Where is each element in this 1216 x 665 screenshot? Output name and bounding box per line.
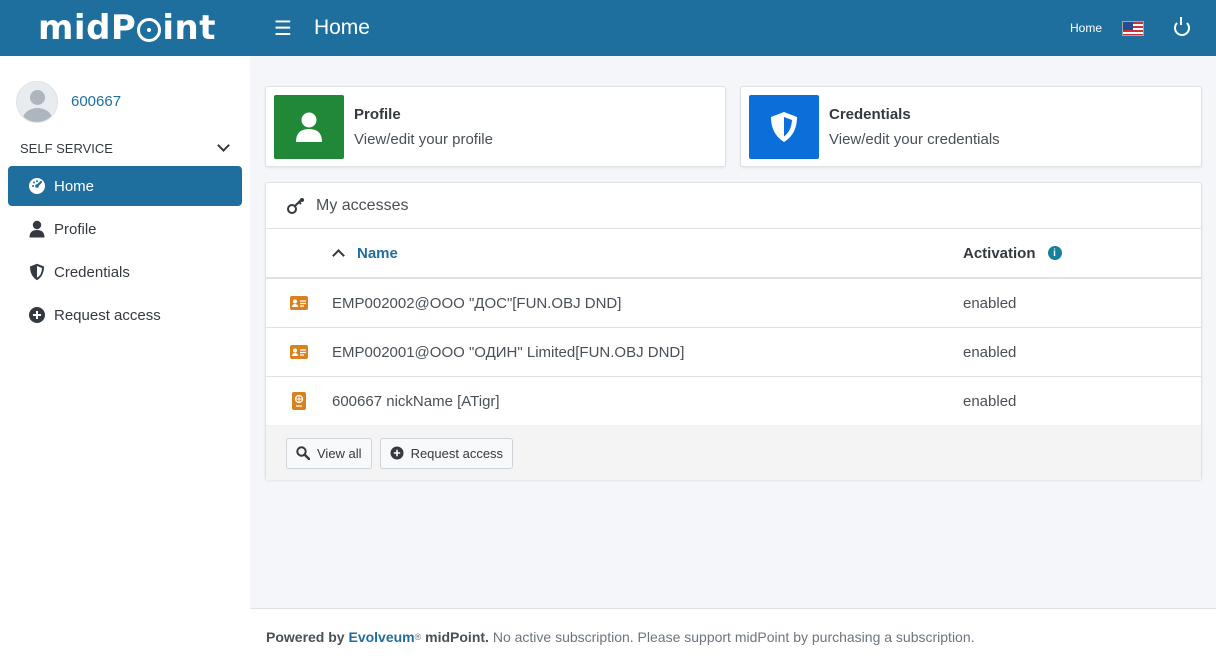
id-card-icon — [290, 294, 308, 312]
table-header: Name Activation i — [266, 229, 1201, 279]
my-accesses-panel: My accesses Name Activation i EMP002002@… — [265, 182, 1202, 480]
shield-icon — [28, 263, 46, 281]
shield-icon — [771, 111, 797, 142]
sidebar-item-label: Credentials — [54, 263, 130, 281]
column-label: Activation — [963, 244, 1036, 262]
id-card-icon — [290, 343, 308, 361]
info-icon[interactable]: i — [1047, 246, 1062, 260]
column-header-activation: Activation i — [963, 245, 1062, 262]
column-header-name[interactable]: Name — [332, 244, 398, 262]
sort-ascending-icon — [332, 249, 345, 262]
plus-circle-icon — [390, 446, 404, 460]
logo-text-end: int — [162, 8, 216, 48]
search-icon — [296, 446, 310, 460]
sidebar-item-profile[interactable]: Profile — [8, 209, 242, 249]
logo-o-icon — [137, 18, 162, 42]
user-panel: 600667 — [0, 56, 250, 130]
sidebar-item-home[interactable]: Home — [8, 166, 242, 206]
footer-product: midPoint. — [425, 629, 489, 645]
plus-circle-icon — [28, 306, 46, 324]
page-title: Home — [313, 16, 370, 39]
registered-mark: ® — [414, 632, 422, 642]
menu-toggle-icon[interactable]: ☰ — [274, 16, 292, 41]
passport-icon — [290, 392, 308, 410]
subscription-notice: No active subscription. Please support m… — [492, 629, 975, 645]
access-status: enabled — [963, 392, 1017, 410]
power-icon[interactable] — [1174, 17, 1190, 36]
username-link[interactable]: 600667 — [71, 93, 121, 110]
credentials-tile-desc: View/edit your credentials — [829, 130, 1000, 148]
user-icon — [28, 220, 46, 238]
page-footer: Powered by Evolveum ® midPoint. No active… — [250, 608, 1216, 665]
chevron-down-icon — [217, 139, 230, 152]
table-row: 600667 nickName [ATigr] enabled — [266, 377, 1201, 426]
evolveum-link[interactable]: Evolveum — [348, 629, 414, 645]
sidebar-item-credentials[interactable]: Credentials — [8, 252, 242, 292]
sidebar-item-label: Request access — [54, 306, 161, 324]
midpoint-logo[interactable]: midP int — [0, 0, 250, 56]
table-row: EMP002001@OOO "ОДИН" Limited[FUN.OBJ DND… — [266, 328, 1201, 377]
access-status: enabled — [963, 343, 1017, 361]
button-label: Request access — [410, 445, 504, 461]
top-navbar: midP int ☰ Home Home — [0, 0, 1216, 56]
sidebar: 600667 SELF SERVICE Home Profile Credent… — [0, 56, 250, 665]
my-accesses-footer: View all Request access — [266, 425, 1201, 480]
view-all-button[interactable]: View all — [286, 437, 372, 469]
access-name: 600667 nickName [ATigr] — [332, 392, 500, 410]
access-name: EMP002001@OOO "ОДИН" Limited[FUN.OBJ DND… — [332, 343, 685, 361]
my-accesses-header: My accesses — [266, 183, 1201, 229]
profile-tile[interactable]: Profile View/edit your profile — [265, 86, 726, 167]
profile-tile-desc: View/edit your profile — [354, 130, 493, 148]
credentials-tile-title: Credentials — [829, 105, 911, 123]
credentials-tile-icon-box — [749, 94, 819, 159]
key-access-icon — [287, 197, 304, 214]
button-label: View all — [317, 445, 362, 461]
my-accesses-title: My accesses — [316, 196, 409, 214]
profile-tile-icon-box — [274, 94, 344, 159]
footer-powered-by: Powered by — [266, 629, 345, 645]
logo-text-start: midP — [38, 8, 137, 48]
self-service-section-header[interactable]: SELF SERVICE — [0, 130, 250, 166]
access-status: enabled — [963, 294, 1017, 312]
credentials-tile[interactable]: Credentials View/edit your credentials — [740, 86, 1202, 167]
dashboard-icon — [28, 177, 46, 195]
avatar — [16, 80, 58, 123]
section-label: SELF SERVICE — [20, 140, 113, 156]
user-icon — [296, 112, 322, 142]
sidebar-item-label: Home — [54, 177, 95, 195]
sidebar-item-request-access[interactable]: Request access — [8, 295, 242, 335]
sidebar-item-label: Profile — [54, 220, 97, 238]
us-flag-icon[interactable] — [1122, 20, 1144, 36]
home-link[interactable]: Home — [1070, 21, 1102, 35]
column-label: Name — [357, 244, 398, 262]
profile-tile-title: Profile — [354, 105, 401, 123]
request-access-button[interactable]: Request access — [379, 437, 514, 469]
access-name: EMP002002@OOO "ДОС"[FUN.OBJ DND] — [332, 294, 622, 312]
table-row: EMP002002@OOO "ДОС"[FUN.OBJ DND] enabled — [266, 279, 1201, 328]
